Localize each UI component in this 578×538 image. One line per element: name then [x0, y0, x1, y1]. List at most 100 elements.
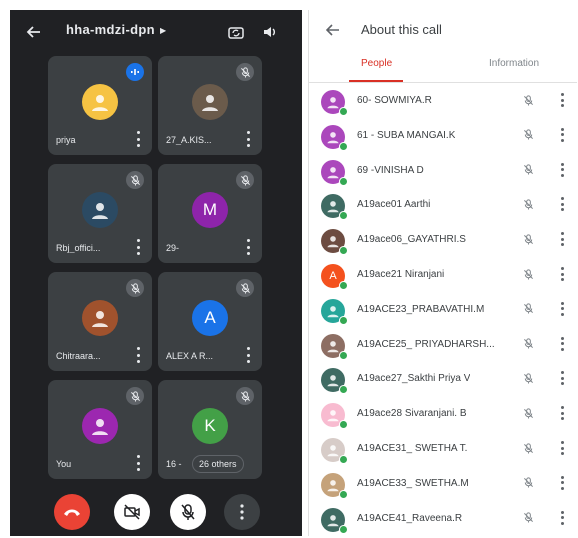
- participant-row[interactable]: A19ace01 Aarthi: [309, 188, 577, 222]
- others-count-badge[interactable]: 26 others: [192, 455, 244, 473]
- mic-off-icon: [126, 387, 144, 405]
- mic-off-icon[interactable]: [521, 128, 535, 142]
- more-options-icon[interactable]: [559, 510, 565, 525]
- camera-off-button[interactable]: [114, 494, 150, 530]
- participant-name: A19ace21 Niranjani: [357, 269, 445, 280]
- online-status-dot: [339, 281, 348, 290]
- online-status-dot: [339, 489, 348, 499]
- participant-name: ALEX A R...: [166, 351, 214, 361]
- participant-tile[interactable]: Chitraara...: [48, 272, 152, 371]
- mic-off-icon: [126, 171, 144, 189]
- caret-right-icon[interactable]: ▶: [160, 26, 166, 35]
- switch-camera-icon[interactable]: [226, 22, 246, 42]
- mic-off-icon[interactable]: [521, 441, 535, 455]
- avatar: [82, 300, 118, 336]
- more-options-icon[interactable]: [559, 406, 565, 421]
- more-options-icon[interactable]: [559, 197, 565, 212]
- online-status-dot: [339, 246, 348, 256]
- more-options-icon[interactable]: [244, 347, 252, 363]
- more-options-icon[interactable]: [559, 232, 565, 247]
- panel-header: About this call: [309, 10, 577, 48]
- participant-row[interactable]: A19ACE33_ SWETHA.M: [309, 467, 577, 501]
- online-status-dot: [339, 350, 348, 360]
- participant-row[interactable]: A19ace28 Sivaranjani. B: [309, 397, 577, 431]
- online-status-dot: [339, 107, 348, 116]
- more-options-icon[interactable]: [134, 347, 142, 363]
- participant-name: A19ACE23_PRABAVATHI.M: [357, 303, 485, 315]
- participant-name: A19ACE41_Raveena.R: [357, 512, 463, 524]
- more-options-icon[interactable]: [244, 131, 252, 147]
- tab-people[interactable]: People: [361, 58, 392, 69]
- more-options-icon[interactable]: [134, 455, 142, 471]
- online-status-dot: [339, 211, 348, 221]
- participant-tile[interactable]: Rbj_offici...: [48, 164, 152, 263]
- participant-row[interactable]: 60- SOWMIYA.R: [309, 84, 577, 118]
- participant-row[interactable]: 69 -VINISHA D: [309, 154, 577, 188]
- participant-name: 69 -VINISHA D: [357, 164, 424, 176]
- online-status-dot: [339, 455, 348, 464]
- participant-name: 61 - SUBA MANGAI.K: [357, 129, 456, 141]
- mic-off-icon[interactable]: [521, 337, 535, 351]
- mic-off-icon: [236, 171, 254, 189]
- participant-row[interactable]: A19ace27_Sakthi Priya V: [309, 362, 577, 396]
- mic-off-icon[interactable]: [521, 476, 535, 490]
- participant-row[interactable]: A19ACE25_ PRIYADHARSH...: [309, 328, 577, 362]
- speaker-icon[interactable]: [260, 22, 280, 42]
- mic-off-icon[interactable]: [521, 406, 535, 420]
- mic-off-icon[interactable]: [521, 232, 535, 246]
- more-options-icon[interactable]: [559, 162, 565, 177]
- participant-row[interactable]: A19ACE31_ SWETHA T.: [309, 432, 577, 466]
- participant-name: A19ace28 Sivaranjani. B: [357, 408, 467, 420]
- avatar: K: [192, 408, 228, 444]
- mic-off-icon[interactable]: [521, 371, 535, 385]
- more-options-icon[interactable]: [134, 239, 142, 255]
- participant-name: 60- SOWMIYA.R: [357, 95, 432, 106]
- participant-name: 27_A.KIS...: [166, 135, 212, 145]
- call-header: hha-mdzi-dpn ▶: [10, 10, 302, 54]
- avatar: [82, 84, 118, 120]
- more-options-icon[interactable]: [559, 301, 565, 316]
- mic-off-icon[interactable]: [521, 511, 535, 525]
- end-call-button[interactable]: [54, 494, 90, 530]
- more-options-icon[interactable]: [559, 93, 565, 107]
- participant-tile[interactable]: M 29-: [158, 164, 262, 263]
- participant-name: priya: [56, 135, 76, 145]
- participant-tile[interactable]: priya: [48, 56, 152, 155]
- more-options-button[interactable]: [224, 494, 260, 530]
- participant-row[interactable]: A19ace06_GAYATHRI.S: [309, 223, 577, 257]
- participant-row[interactable]: 61 - SUBA MANGAI.K: [309, 119, 577, 153]
- participant-name: 29-: [166, 243, 180, 253]
- participant-name: A19ace01 Aarthi: [357, 199, 431, 211]
- mic-off-icon[interactable]: [521, 267, 535, 281]
- more-options-icon[interactable]: [559, 127, 565, 142]
- participant-row[interactable]: A A19ace21 Niranjani: [309, 258, 577, 292]
- participant-tile[interactable]: 27_A.KIS...: [158, 56, 262, 155]
- mic-off-icon[interactable]: [521, 163, 535, 177]
- meeting-code[interactable]: hha-mdzi-dpn: [66, 22, 155, 37]
- mic-off-icon: [126, 279, 144, 297]
- participant-name: You: [56, 459, 72, 469]
- mic-off-button[interactable]: [170, 494, 206, 530]
- more-options-icon[interactable]: [244, 239, 252, 255]
- more-options-icon[interactable]: [134, 131, 142, 147]
- participant-name: Chitraara...: [56, 351, 101, 361]
- avatar: [82, 192, 118, 228]
- participant-name: A19ACE25_ PRIYADHARSH...: [357, 338, 495, 350]
- back-arrow-icon[interactable]: [24, 22, 44, 42]
- mic-off-icon[interactable]: [521, 302, 535, 316]
- more-options-icon[interactable]: [559, 371, 565, 386]
- more-options-icon[interactable]: [559, 267, 565, 281]
- mic-off-icon[interactable]: [521, 93, 535, 107]
- participant-row[interactable]: A19ACE23_PRABAVATHI.M: [309, 293, 577, 327]
- participant-tile[interactable]: K 16 - 26 others: [158, 380, 262, 479]
- more-options-icon[interactable]: [559, 441, 565, 455]
- participant-tile[interactable]: You: [48, 380, 152, 479]
- tab-information[interactable]: Information: [489, 58, 539, 69]
- mic-off-icon[interactable]: [521, 197, 535, 211]
- more-options-icon[interactable]: [559, 475, 565, 490]
- avatar: [82, 408, 118, 444]
- participant-tile[interactable]: A ALEX A R...: [158, 272, 262, 371]
- participant-row[interactable]: A19ACE41_Raveena.R: [309, 502, 577, 536]
- more-options-icon[interactable]: [559, 336, 565, 351]
- back-arrow-icon[interactable]: [325, 22, 341, 38]
